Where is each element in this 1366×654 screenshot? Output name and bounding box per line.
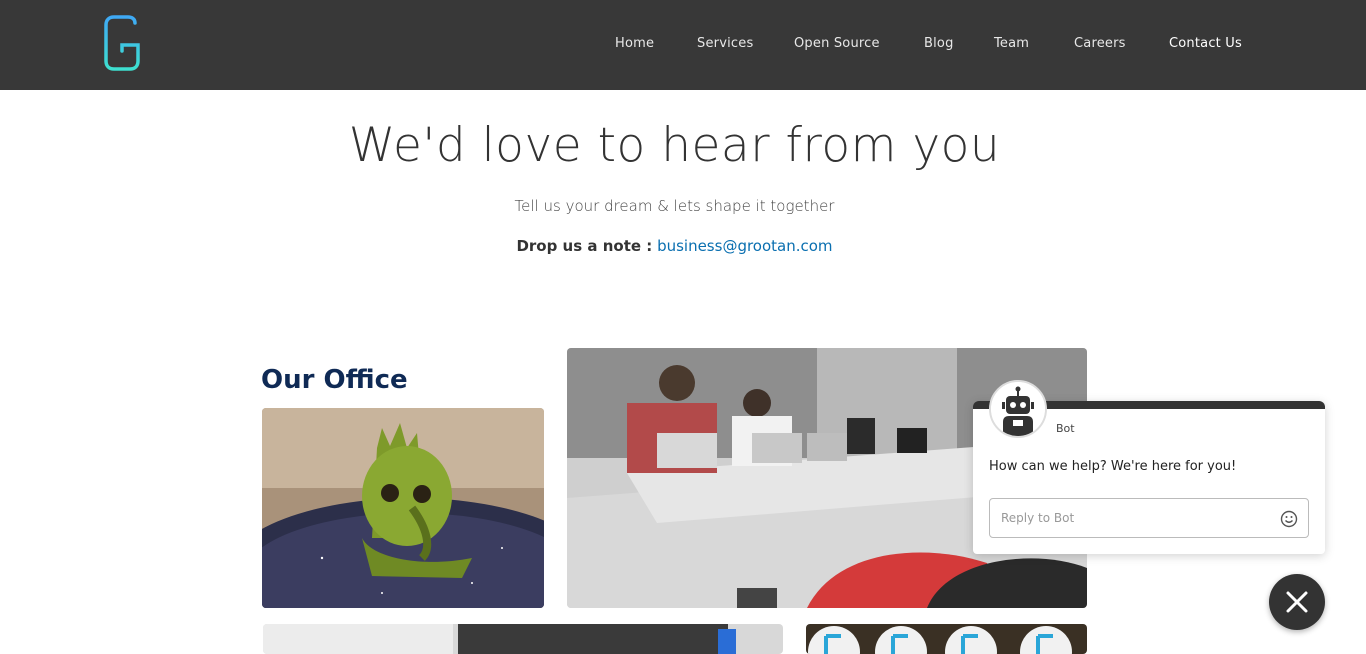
contact-email-link[interactable]: business@grootan.com — [657, 237, 832, 255]
contact-note: Drop us a note : business@grootan.com — [0, 237, 1349, 255]
page-subtitle: Tell us your dream & lets shape it toget… — [514, 197, 835, 215]
nav-open-source[interactable]: Open Source — [794, 36, 880, 51]
nav-services[interactable]: Services — [697, 36, 753, 51]
page-title: We'd love to hear from you — [348, 118, 1001, 173]
nav-home[interactable]: Home — [615, 36, 654, 51]
navbar: Home Services Open Source Blog Team Care… — [0, 0, 1366, 90]
office-photo-groot — [262, 408, 544, 608]
chat-close-button[interactable] — [1269, 574, 1325, 630]
logo[interactable] — [104, 15, 140, 71]
bot-name: Bot — [1056, 422, 1075, 435]
emoji-icon[interactable] — [1280, 510, 1298, 528]
nav-contact-us[interactable]: Contact Us — [1169, 36, 1242, 51]
close-icon — [1286, 591, 1308, 613]
nav-careers[interactable]: Careers — [1074, 36, 1126, 51]
nav-team[interactable]: Team — [994, 36, 1029, 51]
reply-box — [989, 498, 1309, 538]
office-photo-desk — [263, 624, 783, 654]
office-title: Our Office — [261, 365, 408, 395]
office-photo-logos — [806, 624, 1087, 654]
contact-note-label: Drop us a note : — [516, 237, 653, 255]
nav-blog[interactable]: Blog — [924, 36, 954, 51]
reply-input[interactable] — [990, 499, 1270, 537]
bot-message: How can we help? We're here for you! — [989, 459, 1237, 474]
bot-avatar — [989, 380, 1047, 438]
